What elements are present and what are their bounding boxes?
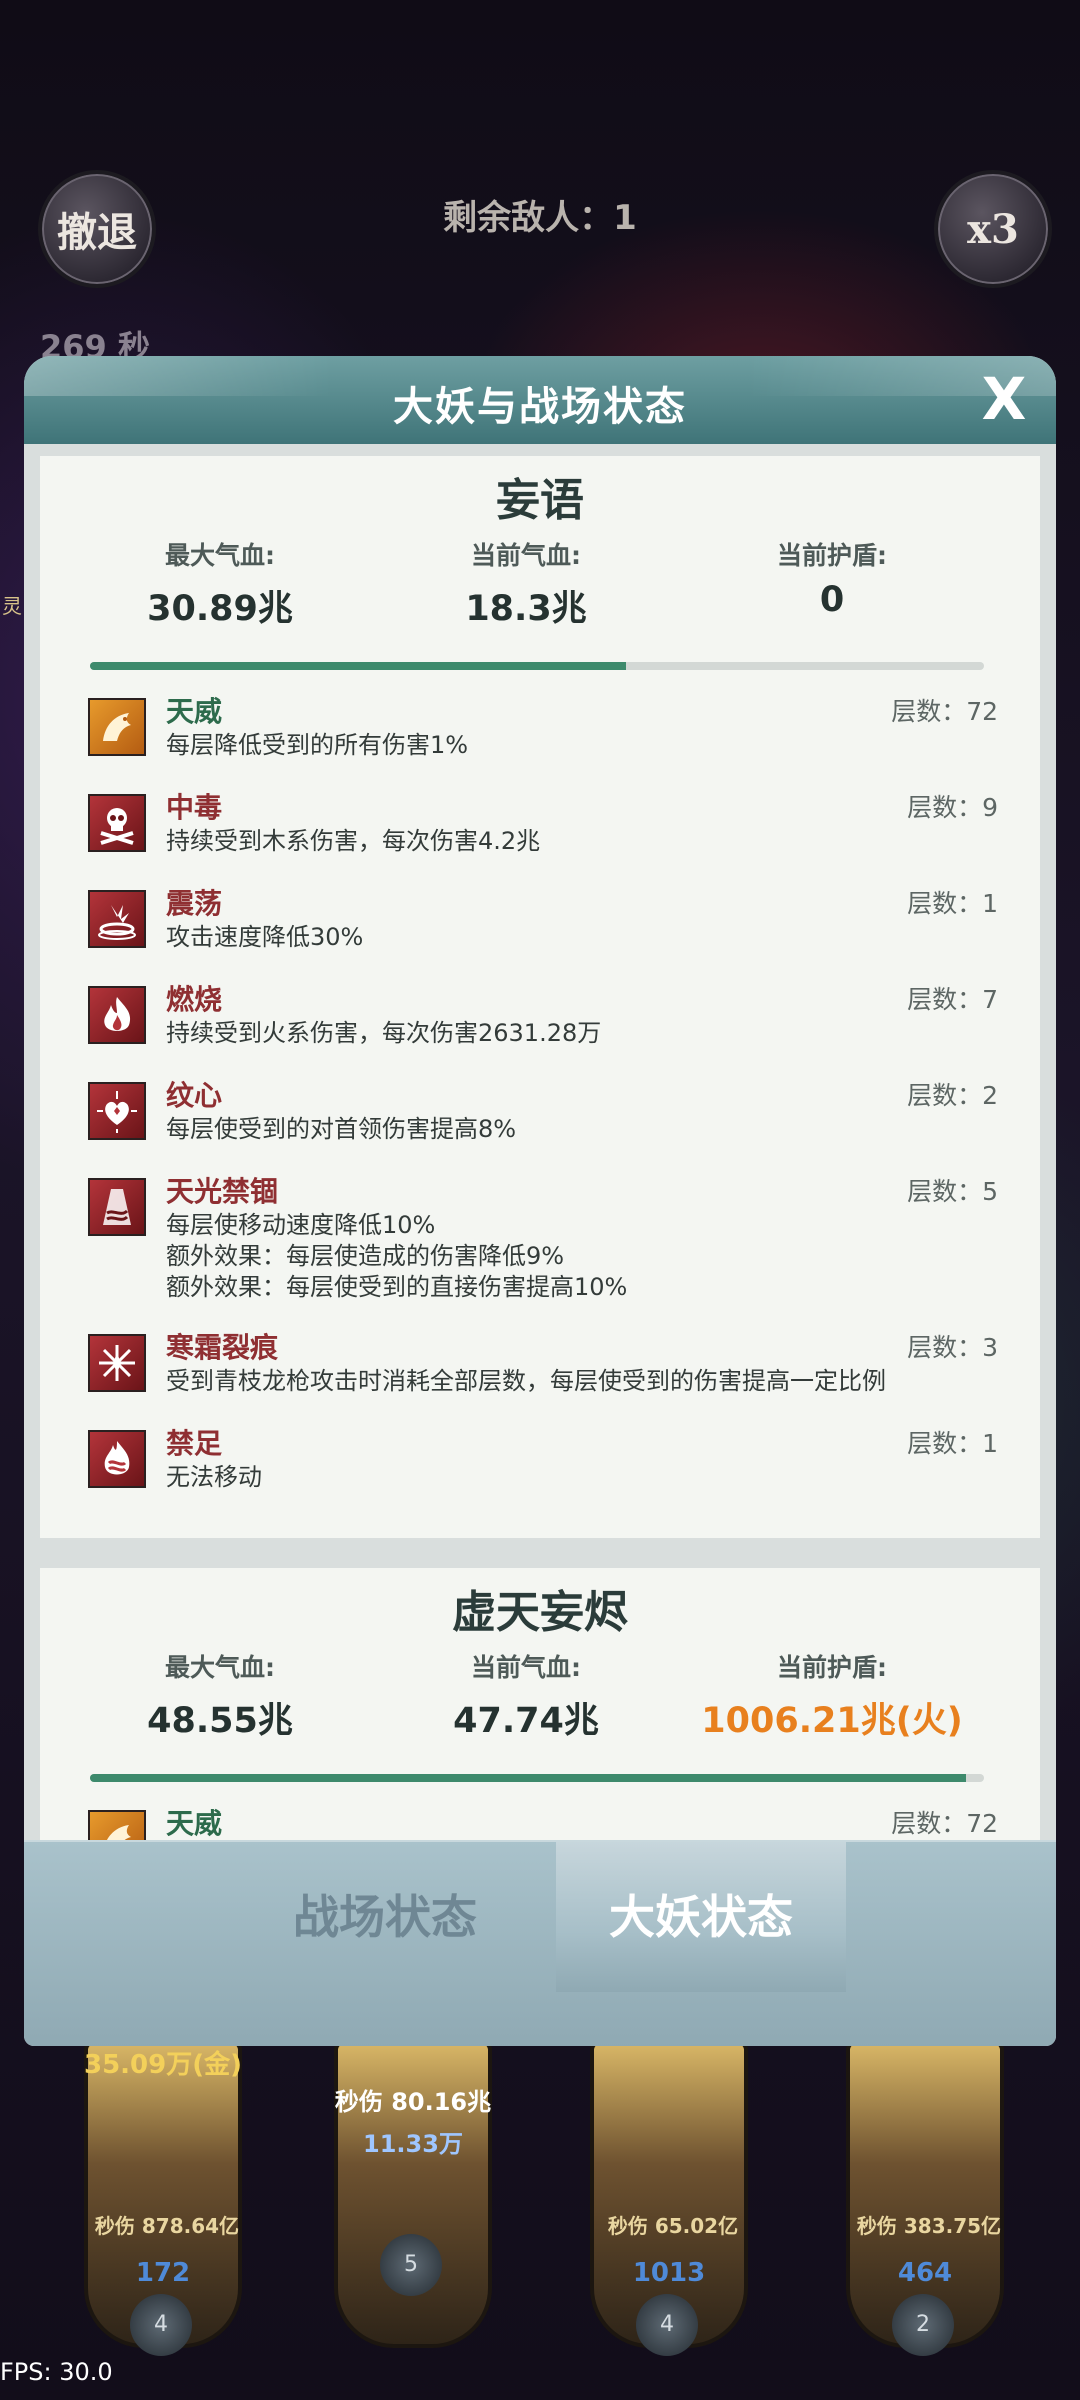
hp-bar <box>90 662 984 670</box>
enemy-count: 剩余敌人：1 <box>443 198 637 238</box>
effect-name: 纹心 <box>166 1079 223 1112</box>
hp-bar <box>90 1774 984 1782</box>
hero-card-1[interactable]: 35.09万(金) 秒伤 878.64亿 172 4 <box>84 2040 242 2356</box>
stat-value: 47.74兆 <box>453 1701 599 1741</box>
shield-stat: 当前护盾: 1006.21兆(火) <box>682 1648 982 1743</box>
tab-boss-status[interactable]: 大妖状态 <box>556 1842 846 1992</box>
boss-card: 妄语 最大气血: 30.89兆 当前气血: 18.3兆 当前护盾: 0 天威 层… <box>40 456 1040 1538</box>
effect-name: 禁足 <box>166 1427 223 1460</box>
effect-desc: 持续受到火系伤害，每次伤害2631.28万 <box>166 1019 602 1047</box>
hero-card-4[interactable]: 秒伤 383.75亿 464 2 <box>846 2040 1004 2356</box>
effect-name: 寒霜裂痕 <box>166 1331 279 1364</box>
effect-stack: 层数：2 <box>907 1081 998 1110</box>
stat-label: 最大气血: <box>165 1653 275 1682</box>
fps-counter: FPS: 30.0 <box>0 2358 113 2386</box>
current-hp-stat: 当前气血: 47.74兆 <box>376 1648 676 1743</box>
stat-label: 最大气血: <box>165 541 275 570</box>
close-button[interactable]: X <box>974 366 1034 432</box>
hero-star-badge: 2 <box>892 2294 954 2356</box>
flame-icon <box>88 986 146 1044</box>
effect-desc-line: 额外效果：每层使受到的直接伤害提高10% <box>166 1273 628 1301</box>
hero-dps: 秒伤 65.02亿 <box>607 2214 739 2238</box>
effect-desc: 每层使移动速度降低10% 额外效果：每层使造成的伤害降低9% 额外效果：每层使受… <box>166 1210 627 1303</box>
effect-desc: 每层降低受到的所有伤害1% <box>166 731 469 759</box>
hero-shield-value: 35.09万(金) <box>83 2050 242 2080</box>
bind-icon <box>88 1430 146 1488</box>
shockwave-icon <box>88 890 146 948</box>
hero-level: 172 <box>135 2258 191 2288</box>
hp-bar-fill <box>90 662 627 670</box>
stat-label: 当前气血: <box>471 1653 581 1682</box>
effect-desc: 每层使受到的对首领伤害提高8% <box>166 1115 517 1143</box>
hero-star-badge: 4 <box>636 2294 698 2356</box>
effect-name: 天光禁锢 <box>166 1175 279 1208</box>
shield-stat: 当前护盾: 0 <box>682 536 982 620</box>
effect-desc-line: 每层使移动速度降低10% <box>166 1211 436 1239</box>
tab-battlefield-status[interactable]: 战场状态 <box>240 1842 530 1992</box>
stat-label: 当前护盾: <box>777 541 887 570</box>
max-hp-stat: 最大气血: 30.89兆 <box>70 536 370 631</box>
status-modal: 大妖与战场状态 X 妄语 最大气血: 30.89兆 当前气血: 18.3兆 当前… <box>24 356 1056 2046</box>
effect-desc: 攻击速度降低30% <box>166 923 364 951</box>
dragon-icon <box>88 698 146 756</box>
stat-value: 30.89兆 <box>147 589 293 629</box>
hero-card-2[interactable]: 秒伤 80.16兆 11.33万 5 <box>334 2040 492 2348</box>
heart-sigil-icon <box>88 1082 146 1140</box>
stat-value: 1006.21兆(火) <box>701 1701 963 1741</box>
effect-stack: 层数：3 <box>907 1333 998 1362</box>
hero-star-badge: 5 <box>380 2234 442 2296</box>
hero-star-badge: 4 <box>130 2294 192 2356</box>
effect-name: 天威 <box>166 695 223 728</box>
current-hp-stat: 当前气血: 18.3兆 <box>376 536 676 631</box>
stat-label: 当前护盾: <box>777 1653 887 1682</box>
stat-value: 0 <box>819 580 845 620</box>
effect-desc: 受到青枝龙枪攻击时消耗全部层数，每层使受到的伤害提高一定比例 <box>166 1367 886 1395</box>
effect-stack: 层数：1 <box>907 889 998 918</box>
effect-stack: 层数：72 <box>891 697 998 726</box>
tab-bar: 战场状态 大妖状态 <box>24 1840 1056 2046</box>
chain-light-icon <box>88 1178 146 1236</box>
hero-card-3[interactable]: 秒伤 65.02亿 1013 4 <box>590 2040 748 2356</box>
hp-bar-fill <box>90 1774 967 1782</box>
modal-header: 大妖与战场状态 X <box>24 356 1056 444</box>
modal-title: 大妖与战场状态 <box>393 384 687 430</box>
effect-desc: 无法移动 <box>166 1463 262 1491</box>
hero-dps: 秒伤 80.16兆 <box>334 2088 492 2116</box>
skull-icon <box>88 794 146 852</box>
max-hp-stat: 最大气血: 48.55兆 <box>70 1648 370 1743</box>
stat-value: 18.3兆 <box>465 589 587 629</box>
frost-icon <box>88 1334 146 1392</box>
effect-stack: 层数：1 <box>907 1429 998 1458</box>
effect-name: 燃烧 <box>166 983 223 1016</box>
boss-name: 虚天妄烬 <box>452 1587 628 1638</box>
stat-label: 当前气血: <box>471 541 581 570</box>
hero-dps: 秒伤 383.75亿 <box>856 2214 1002 2238</box>
effect-stack: 层数：7 <box>907 985 998 1014</box>
effect-stack: 层数：72 <box>891 1809 998 1838</box>
stat-value: 48.55兆 <box>147 1701 293 1741</box>
effect-name: 震荡 <box>166 887 223 920</box>
side-glyph: 灵 <box>2 594 22 618</box>
effect-stack: 层数：5 <box>907 1177 998 1206</box>
status-scroll-area[interactable]: 妄语 最大气血: 30.89兆 当前气血: 18.3兆 当前护盾: 0 天威 层… <box>24 444 1056 1884</box>
hero-sub-value: 11.33万 <box>363 2130 463 2158</box>
effect-stack: 层数：9 <box>907 793 998 822</box>
boss-card: 虚天妄烬 最大气血: 48.55兆 当前气血: 47.74兆 当前护盾: 100… <box>40 1568 1040 1884</box>
hero-level: 1013 <box>632 2258 706 2288</box>
hero-dps: 秒伤 878.64亿 <box>94 2214 240 2238</box>
effect-desc-line: 额外效果：每层使造成的伤害降低9% <box>166 1242 565 1270</box>
hero-level: 464 <box>897 2258 953 2288</box>
effect-name: 中毒 <box>166 791 223 824</box>
effect-name: 天威 <box>166 1807 223 1840</box>
boss-name: 妄语 <box>496 475 584 526</box>
effect-desc: 持续受到木系伤害，每次伤害4.2兆 <box>166 827 541 855</box>
